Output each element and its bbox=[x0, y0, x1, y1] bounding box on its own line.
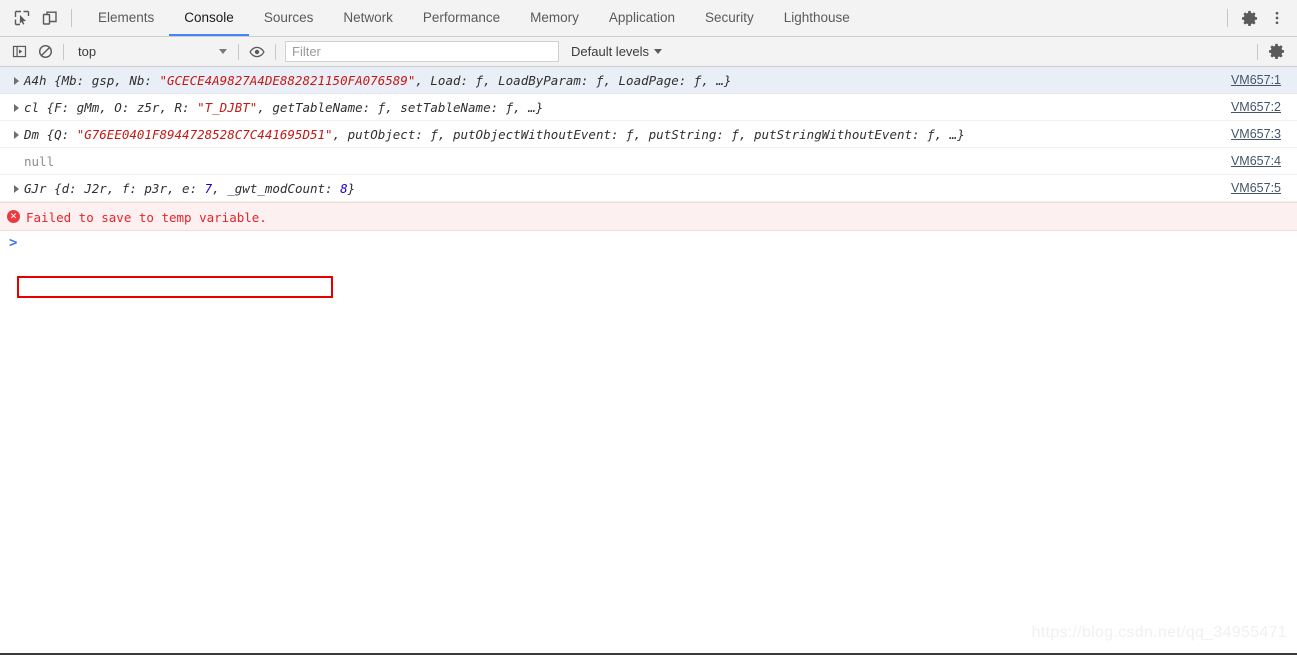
console-message-text: GJr {d: J2r, f: p3r, e: 7, _gwt_modCount… bbox=[24, 180, 355, 197]
console-log-row[interactable]: A4h {Mb: gsp, Nb: "GCECE4A9827A4DE882821… bbox=[0, 67, 1297, 94]
console-log-row[interactable]: null VM657:4 bbox=[0, 148, 1297, 175]
tab-lighthouse[interactable]: Lighthouse bbox=[769, 0, 865, 36]
source-location-link[interactable]: VM657:5 bbox=[1231, 181, 1281, 195]
tab-elements[interactable]: Elements bbox=[83, 0, 169, 36]
console-message-token: , _gwt_modCount: bbox=[212, 181, 341, 196]
inspect-cursor-icon[interactable] bbox=[8, 4, 36, 32]
log-levels-label: Default levels bbox=[571, 44, 650, 59]
gear-icon[interactable] bbox=[1235, 4, 1263, 32]
console-message-text: A4h {Mb: gsp, Nb: "GCECE4A9827A4DE882821… bbox=[24, 72, 731, 89]
devtools-tabbar: Elements Console Sources Network Perform… bbox=[0, 0, 1297, 37]
tabbar-divider bbox=[71, 9, 72, 27]
watermark: https://blog.csdn.net/qq_34955471 bbox=[1031, 624, 1287, 641]
clear-console-icon[interactable] bbox=[32, 40, 58, 64]
filter-placeholder: Filter bbox=[292, 44, 321, 59]
console-settings-gear-icon[interactable] bbox=[1263, 40, 1289, 64]
more-vertical-icon[interactable] bbox=[1263, 4, 1291, 32]
console-message-token: 8 bbox=[340, 181, 348, 196]
console-log-row[interactable]: GJr {d: J2r, f: p3r, e: 7, _gwt_modCount… bbox=[0, 175, 1297, 202]
expand-arrow-icon[interactable] bbox=[10, 73, 22, 89]
console-log-row[interactable]: Dm {Q: "G76EE0401F8944728528C7C441695D51… bbox=[0, 121, 1297, 148]
console-log-row[interactable]: cl {F: gMm, O: z5r, R: "T_DJBT", getTabl… bbox=[0, 94, 1297, 121]
console-message-token: Dm {Q: bbox=[24, 127, 77, 142]
console-toolbar: top Filter Default levels bbox=[0, 37, 1297, 67]
console-message-token: , getTableName: ƒ, setTableName: ƒ, …} bbox=[257, 100, 544, 115]
error-circle-icon: ✕ bbox=[7, 210, 20, 223]
devtools-window: Elements Console Sources Network Perform… bbox=[0, 0, 1297, 655]
console-error-row[interactable]: ✕ Failed to save to temp variable. bbox=[0, 202, 1297, 231]
console-rows-container: A4h {Mb: gsp, Nb: "GCECE4A9827A4DE882821… bbox=[0, 67, 1297, 202]
tab-console[interactable]: Console bbox=[169, 0, 249, 36]
tab-security[interactable]: Security bbox=[690, 0, 769, 36]
chevron-down-icon bbox=[219, 49, 227, 54]
expand-arrow-icon[interactable] bbox=[10, 100, 22, 116]
console-toolbar-divider-2 bbox=[238, 43, 239, 60]
console-message-token: "G76EE0401F8944728528C7C441695D51" bbox=[76, 127, 333, 142]
tab-network[interactable]: Network bbox=[328, 0, 408, 36]
show-console-sidebar-icon[interactable] bbox=[6, 40, 32, 64]
device-toolbar-icon[interactable] bbox=[36, 4, 64, 32]
console-message-token: "T_DJBT" bbox=[197, 100, 258, 115]
tab-memory[interactable]: Memory bbox=[515, 0, 594, 36]
console-prompt-row[interactable]: > bbox=[0, 231, 1297, 257]
console-message-token: } bbox=[347, 181, 356, 196]
chevron-down-icon bbox=[654, 49, 663, 54]
console-message-list[interactable]: A4h {Mb: gsp, Nb: "GCECE4A9827A4DE882821… bbox=[0, 67, 1297, 653]
console-toolbar-right bbox=[1252, 40, 1297, 64]
console-message-token: cl {F: gMm, O: z5r, R: bbox=[24, 100, 198, 115]
devtools-tabs: Elements Console Sources Network Perform… bbox=[83, 0, 865, 36]
execution-context-selector[interactable]: top bbox=[73, 44, 233, 59]
devtools-tabbar-left-icons bbox=[0, 0, 79, 36]
tabbar-right-divider bbox=[1227, 9, 1228, 27]
console-message-token: , putObject: ƒ, putObjectWithoutEvent: ƒ… bbox=[332, 127, 965, 142]
filter-input[interactable]: Filter bbox=[285, 41, 559, 62]
console-toolbar-divider-3 bbox=[275, 43, 276, 60]
tab-performance[interactable]: Performance bbox=[408, 0, 515, 36]
console-message-text: null bbox=[24, 153, 54, 170]
source-location-link[interactable]: VM657:4 bbox=[1231, 154, 1281, 168]
console-message-token: null bbox=[24, 154, 55, 169]
expand-arrow-icon[interactable] bbox=[10, 181, 22, 197]
console-message-token: GJr {d: J2r, f: p3r, e: bbox=[24, 181, 205, 196]
console-message-token: A4h {Mb: gsp, Nb: bbox=[24, 73, 160, 88]
devtools-tabbar-right-icons bbox=[1220, 0, 1297, 36]
console-message-text: cl {F: gMm, O: z5r, R: "T_DJBT", getTabl… bbox=[24, 99, 543, 116]
source-location-link[interactable]: VM657:3 bbox=[1231, 127, 1281, 141]
annotation-highlight-box bbox=[17, 276, 333, 298]
expand-arrow-icon[interactable] bbox=[10, 127, 22, 143]
console-message-text: Dm {Q: "G76EE0401F8944728528C7C441695D51… bbox=[24, 126, 965, 143]
console-prompt-arrow: > bbox=[9, 235, 18, 251]
live-expression-eye-icon[interactable] bbox=[244, 40, 270, 64]
console-toolbar-divider-1 bbox=[63, 43, 64, 60]
source-location-link[interactable]: VM657:2 bbox=[1231, 100, 1281, 114]
tab-sources[interactable]: Sources bbox=[249, 0, 329, 36]
console-message-token: "GCECE4A9827A4DE882821150FA076589" bbox=[159, 73, 416, 88]
log-levels-dropdown[interactable]: Default levels bbox=[571, 44, 663, 59]
console-toolbar-divider-4 bbox=[1257, 43, 1258, 60]
console-error-message: Failed to save to temp variable. bbox=[26, 210, 267, 225]
console-message-token: , Load: ƒ, LoadByParam: ƒ, LoadPage: ƒ, … bbox=[415, 73, 732, 88]
execution-context-label: top bbox=[78, 44, 97, 59]
tab-application[interactable]: Application bbox=[594, 0, 690, 36]
source-location-link[interactable]: VM657:1 bbox=[1231, 73, 1281, 87]
